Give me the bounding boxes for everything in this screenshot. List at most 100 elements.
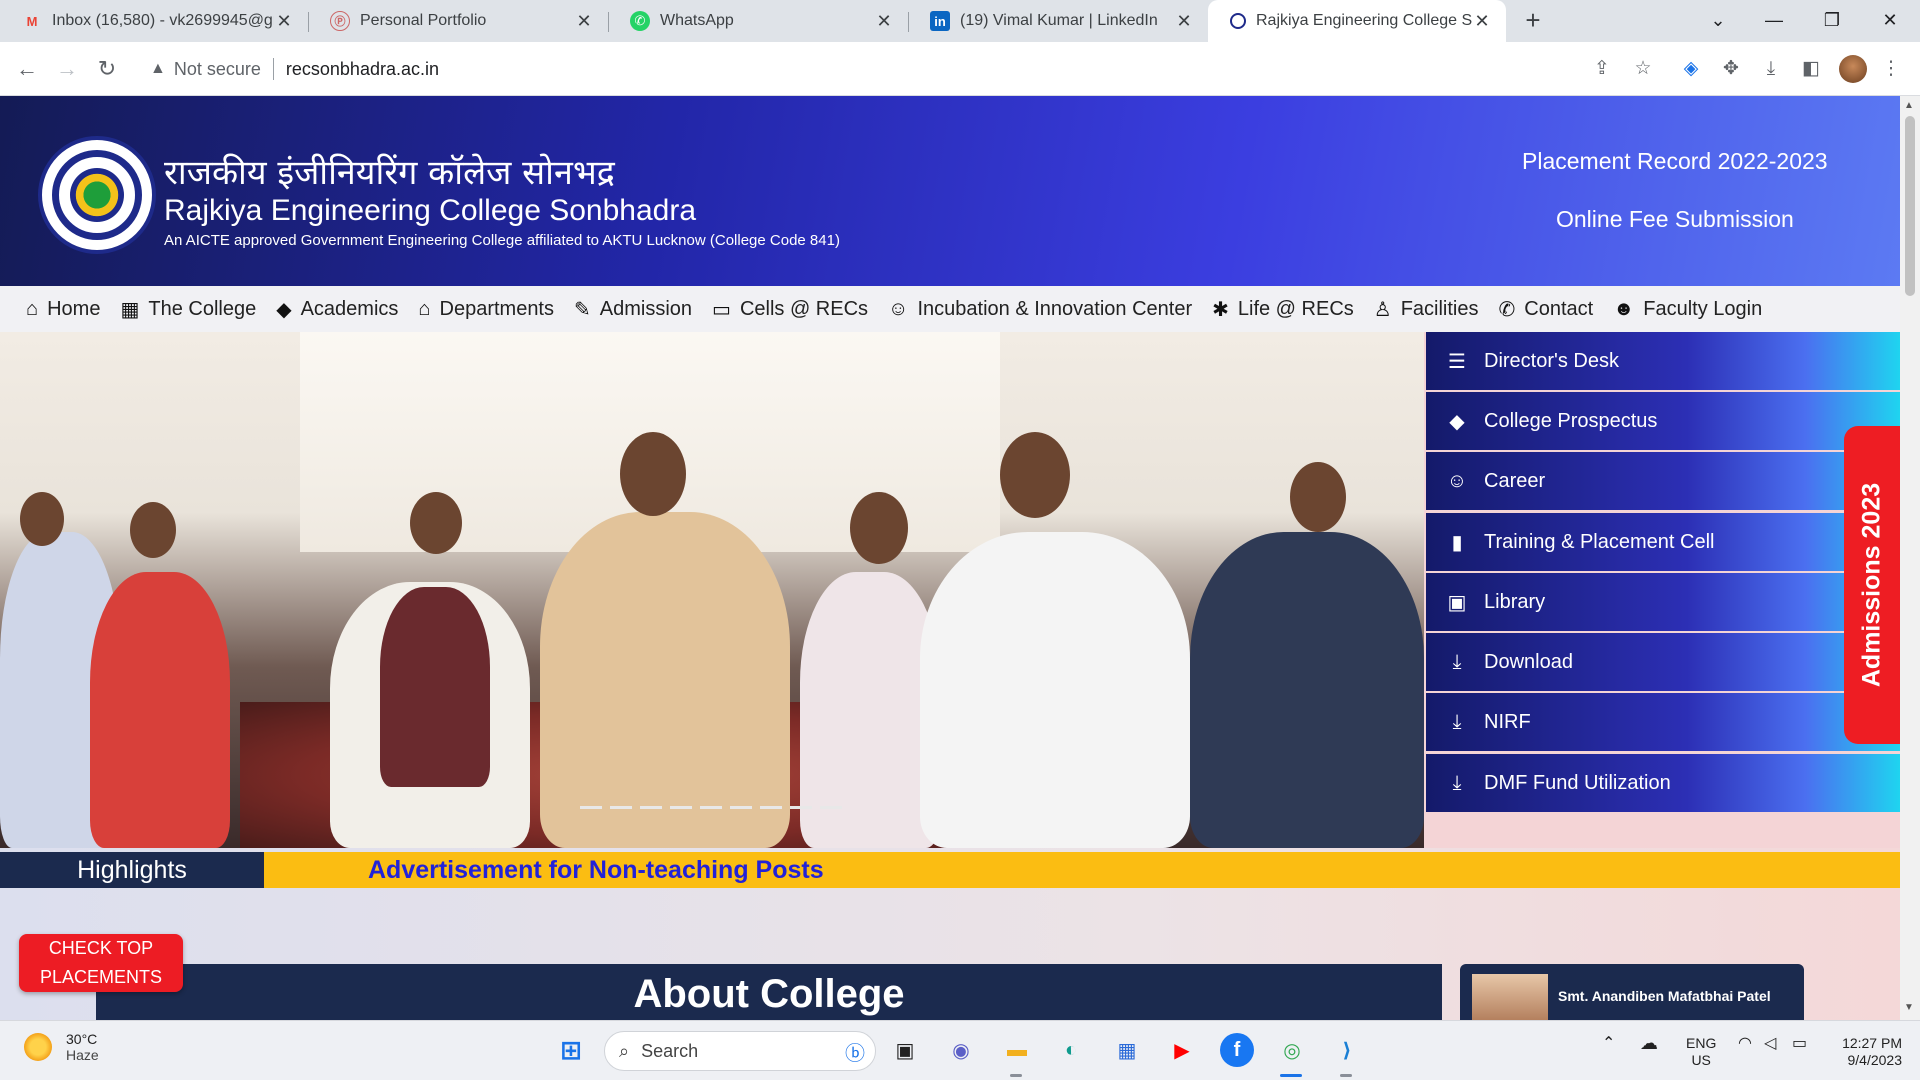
nav-home[interactable]: ⌂ Home	[26, 298, 100, 321]
close-tab-icon[interactable]: ✕	[874, 11, 894, 32]
life-icon: ✱	[1212, 298, 1229, 321]
nav-departments[interactable]: ⌂ Departments	[418, 298, 554, 321]
slider-dot[interactable]	[700, 806, 722, 809]
wifi-icon[interactable]: ◠	[1738, 1035, 1752, 1052]
slider-dot[interactable]	[760, 806, 782, 809]
teams-chat-icon[interactable]: ◉	[944, 1033, 978, 1067]
scroll-thumb[interactable]	[1905, 116, 1915, 296]
new-tab-button[interactable]: +	[1518, 6, 1548, 36]
task-view-icon[interactable]: ▣	[888, 1033, 922, 1067]
college-logo[interactable]	[38, 136, 156, 254]
vscode-icon[interactable]: ⟩	[1330, 1033, 1364, 1067]
nav-contact[interactable]: ✆ Contact	[1499, 297, 1594, 322]
warning-icon: ▲	[150, 60, 166, 77]
nav-admission[interactable]: ✎ Admission	[574, 297, 692, 322]
side-link-nirf[interactable]: ⤓ NIRF	[1426, 693, 1900, 751]
extensions-puzzle-icon[interactable]: ✥	[1716, 54, 1746, 84]
menu-kebab-icon[interactable]: ⋮	[1876, 54, 1906, 84]
side-link-dmf-fund[interactable]: ⤓ DMF Fund Utilization	[1426, 754, 1900, 812]
admissions-tab-label: Admissions 2023	[1857, 482, 1886, 688]
nav-faculty-login[interactable]: ☻ Faculty Login	[1613, 298, 1762, 321]
side-link-download[interactable]: ⤓ Download	[1426, 633, 1900, 691]
slider-dot[interactable]	[790, 806, 812, 809]
restore-button[interactable]: ❐	[1804, 0, 1860, 42]
tab-gmail[interactable]: M Inbox (16,580) - vk2699945@gm ✕	[0, 0, 308, 42]
slider-dot[interactable]	[640, 806, 662, 809]
tab-college[interactable]: Rajkiya Engineering College Sonb ✕	[1208, 0, 1506, 42]
close-tab-icon[interactable]: ✕	[574, 11, 594, 32]
slider-indicators[interactable]	[580, 806, 842, 809]
reload-button[interactable]: ↻	[90, 52, 124, 86]
slider-dot[interactable]	[580, 806, 602, 809]
nav-facilities[interactable]: ♙ Facilities	[1374, 297, 1479, 322]
slider-dot[interactable]	[670, 806, 692, 809]
nav-academics[interactable]: ◆ Academics	[276, 297, 398, 322]
tab-title: Personal Portfolio	[360, 12, 487, 29]
taskbar-search[interactable]: ⌕ Search ⓑ	[604, 1031, 876, 1071]
side-link-training-placement[interactable]: ▮ Training & Placement Cell	[1426, 513, 1900, 571]
address-bar[interactable]: ▲ Not secure recsonbhadra.ac.in	[136, 49, 1596, 89]
hero-person	[90, 572, 230, 848]
download-icon[interactable]: ⤓	[1756, 54, 1786, 84]
ticker-link[interactable]: Advertisement for Non-teaching Posts	[368, 856, 824, 885]
nav-incubation[interactable]: ☺ Incubation & Innovation Center	[888, 298, 1192, 321]
share-icon[interactable]: ⇪	[1587, 54, 1617, 84]
placement-record-link[interactable]: Placement Record 2022-2023	[1522, 148, 1828, 175]
close-window-button[interactable]: ✕	[1862, 0, 1918, 42]
slider-dot[interactable]	[820, 806, 842, 809]
side-link-career[interactable]: ☺ Career	[1426, 452, 1900, 510]
side-link-directors-desk[interactable]: ☰ Director's Desk	[1426, 332, 1900, 390]
file-explorer-icon[interactable]: ▬	[1000, 1033, 1034, 1067]
check-top-placements-button[interactable]: CHECK TOP PLACEMENTS	[19, 934, 183, 992]
nav-cells[interactable]: ▭ Cells @ RECs	[712, 297, 868, 322]
weather-widget[interactable]: 30°C Haze	[24, 1031, 99, 1063]
ms-store-icon[interactable]: ▦	[1110, 1033, 1144, 1067]
edge-icon[interactable]: ◐	[1054, 1033, 1088, 1067]
hero-head	[850, 492, 908, 564]
language-indicator[interactable]: ENG US	[1686, 1035, 1716, 1069]
slider-dot[interactable]	[610, 806, 632, 809]
minimize-button[interactable]: —	[1746, 0, 1802, 42]
nav-life[interactable]: ✱ Life @ RECs	[1212, 297, 1354, 322]
back-button[interactable]: ←	[10, 52, 44, 86]
browser-toolbar: ← → ↻ ▲ Not secure recsonbhadra.ac.in ⇪ …	[0, 42, 1920, 96]
admissions-tab[interactable]: Admissions 2023	[1844, 426, 1900, 744]
side-link-label: Download	[1484, 650, 1573, 673]
slider-dot[interactable]	[730, 806, 752, 809]
clock-date: 9/4/2023	[1847, 1052, 1903, 1068]
tab-whatsapp[interactable]: ✆ WhatsApp ✕	[608, 0, 908, 42]
profile-avatar[interactable]	[1839, 55, 1867, 83]
tab-linkedin[interactable]: in (19) Vimal Kumar | LinkedIn ✕	[908, 0, 1208, 42]
security-label[interactable]: Not secure	[174, 59, 261, 80]
youtube-icon[interactable]: ▶	[1165, 1033, 1199, 1067]
close-tab-icon[interactable]: ✕	[1174, 11, 1194, 32]
page-scrollbar[interactable]: ▲ ▼	[1900, 96, 1920, 1020]
tab-portfolio[interactable]: Ⓟ Personal Portfolio ✕	[308, 0, 608, 42]
bookmark-star-icon[interactable]: ☆	[1628, 54, 1658, 84]
tab-search-icon[interactable]: ⌄	[1690, 0, 1746, 42]
extension-icon[interactable]: ◈	[1676, 54, 1706, 84]
url-text[interactable]: recsonbhadra.ac.in	[286, 59, 439, 80]
close-tab-icon[interactable]: ✕	[1472, 11, 1492, 32]
search-icon: ⌕	[619, 1040, 630, 1061]
facebook-icon[interactable]: f	[1220, 1033, 1254, 1067]
side-link-library[interactable]: ▣ Library	[1426, 573, 1900, 631]
forward-button[interactable]: →	[50, 52, 84, 86]
scroll-up-icon[interactable]: ▲	[1904, 100, 1914, 111]
online-fee-link[interactable]: Online Fee Submission	[1556, 206, 1794, 233]
windows-start-icon[interactable]: ⊞	[554, 1033, 588, 1067]
scroll-down-icon[interactable]: ▼	[1904, 1002, 1914, 1013]
onedrive-icon[interactable]: ☁	[1640, 1034, 1658, 1052]
side-link-prospectus[interactable]: ◆ College Prospectus	[1426, 392, 1900, 450]
tray-overflow-icon[interactable]: ⌃	[1602, 1035, 1615, 1052]
clock[interactable]: 12:27 PM 9/4/2023	[1836, 1035, 1902, 1069]
hero-slider-image[interactable]	[0, 332, 1424, 848]
chrome-icon[interactable]: ◎	[1275, 1033, 1309, 1067]
hero-head	[20, 492, 64, 546]
volume-icon[interactable]: ◁	[1764, 1035, 1776, 1052]
close-tab-icon[interactable]: ✕	[274, 11, 294, 32]
nav-the-college[interactable]: ▦ The College	[120, 297, 256, 322]
college-name-hindi: राजकीय इंजीनियरिंग कॉलेज सोनभद्र	[164, 153, 615, 193]
side-panel-icon[interactable]: ◧	[1796, 54, 1826, 84]
battery-icon[interactable]: ▭	[1792, 1035, 1807, 1052]
